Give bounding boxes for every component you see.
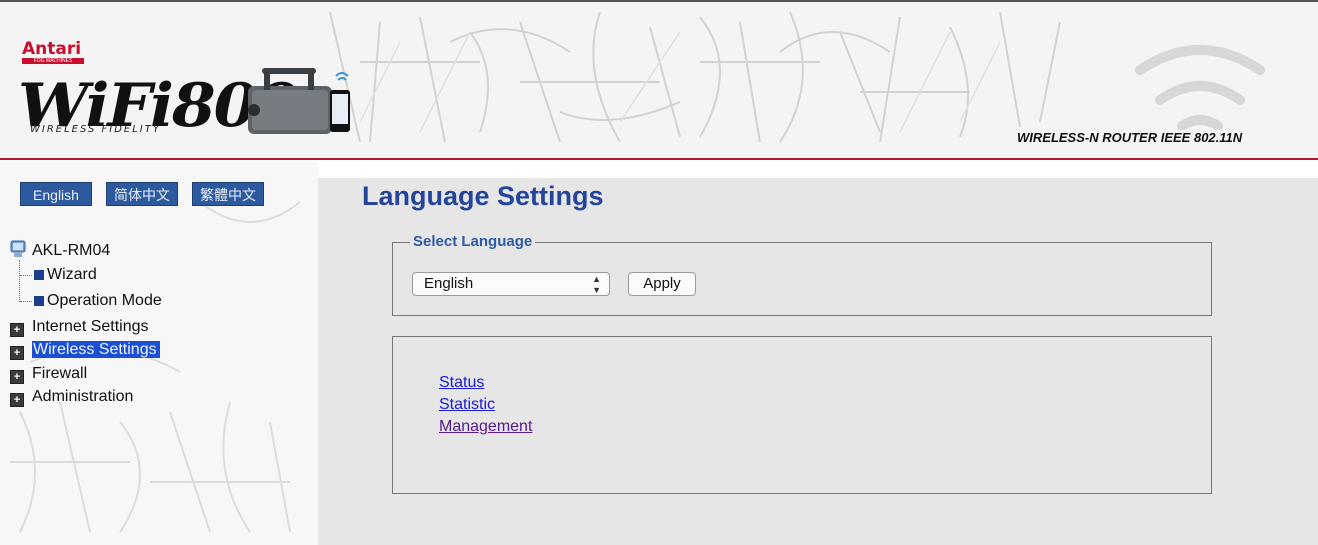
link-statistic[interactable]: Statistic xyxy=(439,396,495,414)
tree-folder-administration[interactable]: + Administration xyxy=(10,387,133,407)
tree-folder-internet-settings[interactable]: + Internet Settings xyxy=(10,317,149,337)
tree-folder-label: Internet Settings xyxy=(32,318,149,335)
tree-item-label: Operation Mode xyxy=(47,292,162,309)
apply-button[interactable]: Apply xyxy=(628,272,696,296)
antari-logo: Antari FOG MACHINES xyxy=(22,40,86,66)
antari-logo-tagline: FOG MACHINES xyxy=(22,58,84,64)
tree-folder-label: Wireless Settings xyxy=(32,341,160,358)
language-select-value: English xyxy=(424,275,474,292)
link-management[interactable]: Management xyxy=(439,418,532,436)
tree-item-label: Wizard xyxy=(47,266,97,283)
router-model-title: WIRELESS-N ROUTER IEEE 802.11N xyxy=(1017,130,1243,145)
expand-plus-icon[interactable]: + xyxy=(10,323,24,337)
select-arrows-icon: ▲ ▼ xyxy=(592,274,601,295)
tree-connector xyxy=(20,301,32,302)
tree-folder-wireless-settings[interactable]: + Wireless Settings xyxy=(10,340,160,360)
tree-connector xyxy=(20,275,32,276)
tree-folder-label: Administration xyxy=(32,388,134,405)
tree-root-label: AKL-RM04 xyxy=(32,242,111,259)
antari-logo-text: Antari xyxy=(22,39,82,59)
page-icon xyxy=(34,270,44,280)
language-button-english[interactable]: English xyxy=(20,182,92,206)
expand-plus-icon[interactable]: + xyxy=(10,370,24,384)
expand-plus-icon[interactable]: + xyxy=(10,393,24,407)
fieldset-legend: Select Language xyxy=(410,233,536,250)
sidebar: English 简体中文 繁體中文 AKL-RM04 Wizard Operat… xyxy=(0,162,318,545)
expand-plus-icon[interactable]: + xyxy=(10,346,24,360)
links-panel xyxy=(392,336,1212,494)
tree-connector xyxy=(19,260,20,302)
fog-machine-image xyxy=(248,68,350,134)
tree-item-wizard[interactable]: Wizard xyxy=(34,265,97,285)
tree-root-device[interactable]: AKL-RM04 xyxy=(10,240,110,260)
page-icon xyxy=(34,296,44,306)
product-subtitle: WIRELESS FIDELITY xyxy=(30,124,161,135)
language-select[interactable]: English ▲ ▼ xyxy=(412,272,610,296)
language-button-traditional-chinese[interactable]: 繁體中文 xyxy=(192,182,264,206)
page-title: Language Settings xyxy=(362,181,604,211)
wifi-signal-icon xyxy=(1135,45,1265,130)
language-button-simplified-chinese[interactable]: 简体中文 xyxy=(106,182,178,206)
computer-icon xyxy=(10,240,26,257)
header-divider xyxy=(0,158,1318,160)
tree-folder-firewall[interactable]: + Firewall xyxy=(10,364,87,384)
tree-folder-label: Firewall xyxy=(32,365,88,382)
link-status[interactable]: Status xyxy=(439,374,484,392)
tree-item-operation-mode[interactable]: Operation Mode xyxy=(34,291,162,311)
header-banner: Antari FOG MACHINES WiFi800 WIRELESS FID… xyxy=(0,0,1318,160)
